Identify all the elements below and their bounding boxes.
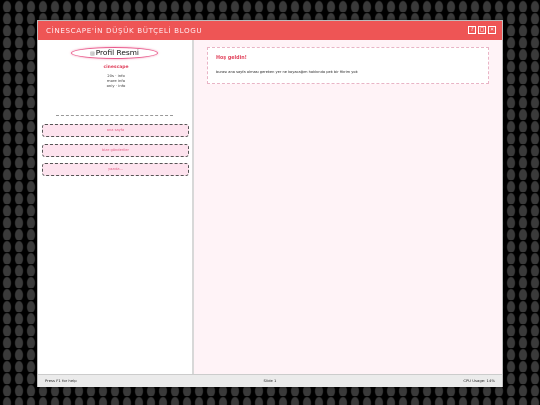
avatar: ▨Profil Resmi xyxy=(71,47,158,59)
username: cinescape xyxy=(103,65,129,70)
status-bar: Press F1 for help Slide 1 CPU Usage: 14% xyxy=(38,374,502,387)
welcome-text: burası ana sayfa olması gereken yer ne k… xyxy=(216,70,358,74)
nav-home-button[interactable]: ana sayfa xyxy=(42,124,189,137)
divider xyxy=(56,115,173,116)
title-bar[interactable]: CİNESCAPE'İN DÜŞÜK BÜTÇELİ BLOGU ? □ × xyxy=(38,21,502,40)
close-button[interactable]: × xyxy=(488,26,496,34)
info-line: only · info xyxy=(106,83,126,88)
main-content: Hoş geldin! burası ana sayfa olması gere… xyxy=(194,40,502,374)
nav-posts-button[interactable]: bize gönderiler xyxy=(42,144,189,157)
maximize-icon: □ xyxy=(480,26,484,33)
welcome-title: Hoş geldin! xyxy=(216,56,247,61)
nav-writing-button[interactable]: yazıda... xyxy=(42,163,189,176)
broken-image-icon: ▨ xyxy=(90,51,95,57)
help-icon: ? xyxy=(470,26,474,33)
status-slide: Slide 1 xyxy=(263,378,277,383)
status-cpu: CPU Usage: 14% xyxy=(463,378,495,383)
sidebar: ▨Profil Resmi cinescape 20s · info more … xyxy=(38,40,194,374)
help-button[interactable]: ? xyxy=(468,26,476,34)
window-controls: ? □ × xyxy=(468,26,496,34)
avatar-alt-text: Profil Resmi xyxy=(95,48,139,57)
window-title: CİNESCAPE'İN DÜŞÜK BÜTÇELİ BLOGU xyxy=(46,26,203,35)
app-window: CİNESCAPE'İN DÜŞÜK BÜTÇELİ BLOGU ? □ × ▨… xyxy=(37,20,503,387)
welcome-card: Hoş geldin! burası ana sayfa olması gere… xyxy=(207,47,489,84)
close-icon: × xyxy=(490,26,494,33)
maximize-button[interactable]: □ xyxy=(478,26,486,34)
